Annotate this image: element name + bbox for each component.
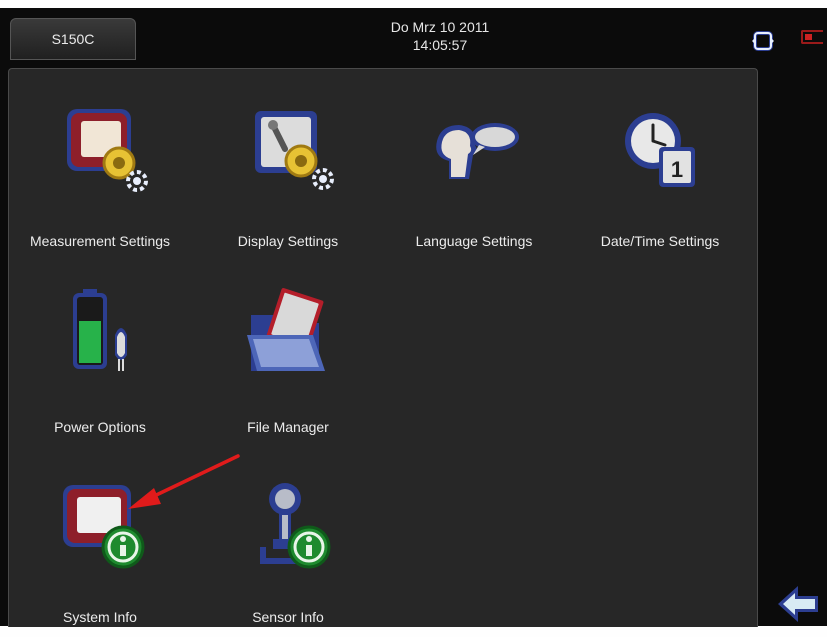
menu-item-label: System Info	[63, 609, 137, 625]
measurement-settings-icon	[67, 109, 148, 192]
sensor-info-icon	[260, 483, 331, 569]
menu-item-label: Language Settings	[415, 233, 533, 249]
status-datetime: Do Mrz 10 2011 14:05:57	[340, 18, 540, 54]
menu-item-label: Power Options	[54, 419, 146, 435]
display-settings-icon	[255, 111, 334, 190]
settings-menu-panel: Measurement Settings Display Settings La…	[8, 68, 758, 627]
device-tab[interactable]: S150C	[10, 18, 136, 60]
menu-item-power-options[interactable]: Power Options	[15, 267, 185, 447]
svg-text:1: 1	[671, 157, 683, 182]
sync-icon[interactable]	[750, 28, 776, 54]
menu-item-display-settings[interactable]: Display Settings	[203, 81, 373, 261]
menu-item-label: Sensor Info	[252, 609, 324, 625]
status-time: 14:05:57	[412, 37, 468, 53]
menu-item-sensor-info[interactable]: Sensor Info	[203, 457, 373, 637]
date-time-settings-icon: 1	[625, 113, 695, 187]
menu-item-label: Display Settings	[237, 233, 339, 249]
menu-item-label: File Manager	[247, 419, 329, 435]
power-options-icon	[73, 289, 127, 371]
menu-item-file-manager[interactable]: File Manager	[203, 267, 373, 447]
device-tab-label: S150C	[51, 31, 95, 47]
menu-item-date-time-settings[interactable]: 1 Date/Time Settings	[575, 81, 745, 261]
menu-item-language-settings[interactable]: Language Settings	[389, 81, 559, 261]
menu-item-label: Measurement Settings	[29, 233, 171, 249]
language-settings-icon	[436, 123, 519, 179]
file-manager-icon	[247, 287, 325, 371]
system-info-icon	[63, 485, 145, 569]
menu-item-label: Date/Time Settings	[600, 233, 720, 249]
status-date: Do Mrz 10 2011	[390, 19, 490, 35]
menu-item-system-info[interactable]: System Info	[15, 457, 185, 637]
device-screen: S150C Do Mrz 10 2011 14:05:57 Measuremen…	[0, 8, 827, 627]
battery-icon	[801, 30, 823, 44]
back-arrow-button[interactable]	[776, 582, 822, 626]
menu-item-measurement-settings[interactable]: Measurement Settings	[15, 81, 185, 261]
